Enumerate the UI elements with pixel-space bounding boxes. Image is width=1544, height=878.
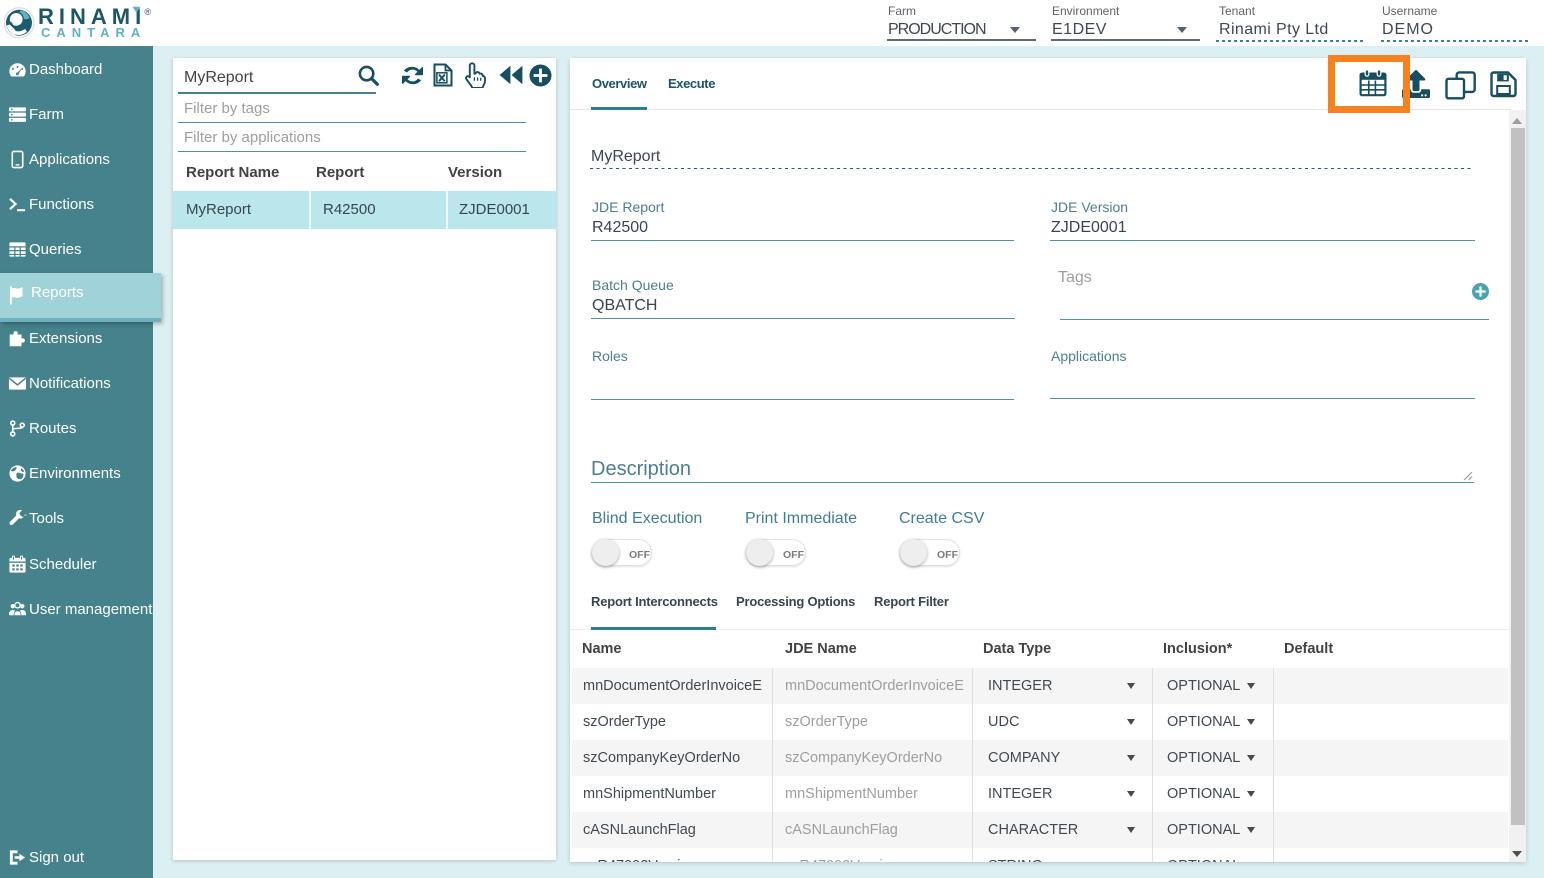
svg-text:®: ® bbox=[145, 7, 152, 17]
svg-text:CANTARA: CANTARA bbox=[41, 25, 146, 40]
